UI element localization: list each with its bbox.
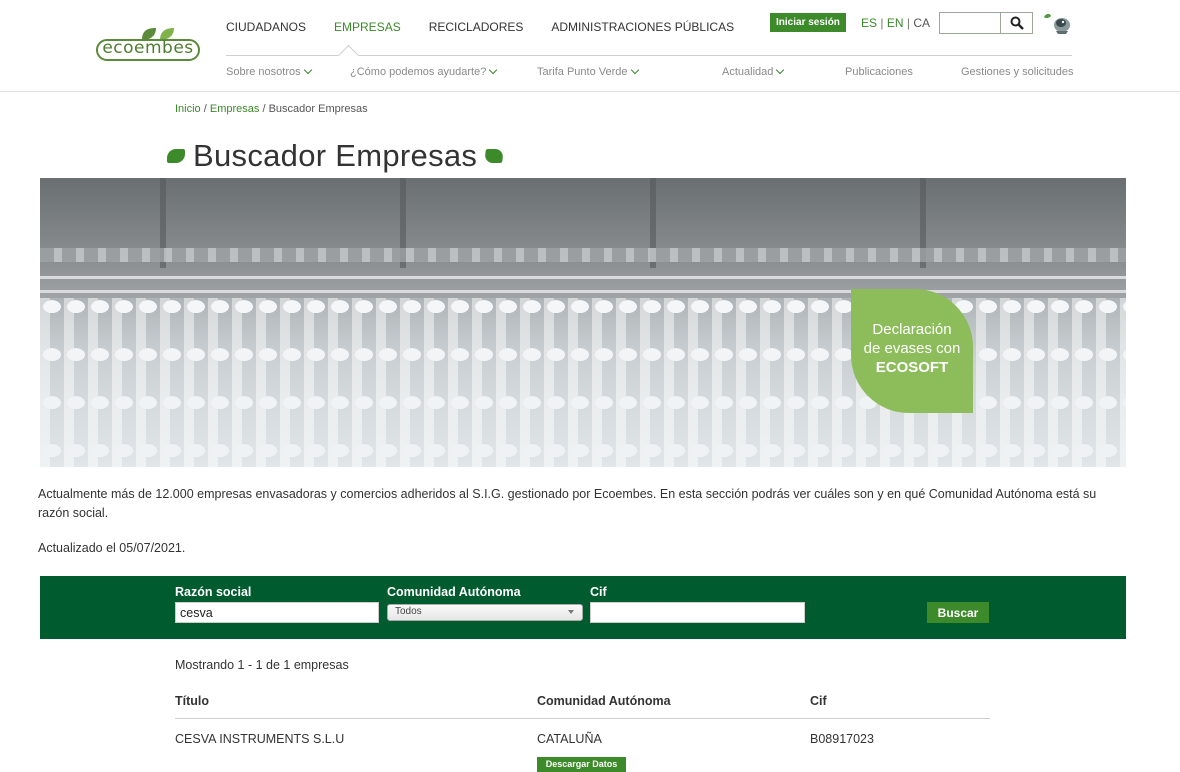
- cell-titulo: CESVA INSTRUMENTS S.L.U: [175, 732, 345, 746]
- breadcrumb-home[interactable]: Inicio: [175, 103, 201, 115]
- nav-recicladores[interactable]: RECICLADORES: [429, 20, 524, 40]
- leaf-right-icon: [484, 149, 505, 163]
- ecosoft-badge[interactable]: Declaración de evases con ECOSOFT: [851, 289, 973, 413]
- comunidad-label: Comunidad Autónoma: [387, 585, 521, 599]
- buscar-button[interactable]: Buscar: [927, 602, 989, 623]
- nav-administraciones-publicas[interactable]: ADMINISTRACIONES PÚBLICAS: [551, 20, 734, 40]
- site-search-button[interactable]: [1001, 12, 1033, 34]
- razon-social-label: Razón social: [175, 585, 252, 599]
- breadcrumb: Inicio / Empresas / Buscador Empresas: [175, 103, 368, 115]
- subnav-gestiones-solicitudes[interactable]: Gestiones y solicitudes: [961, 66, 1074, 78]
- page-title-text: Buscador Empresas: [193, 138, 478, 173]
- page-title: Buscador Empresas: [167, 136, 505, 176]
- dropdown-arrow-icon: [568, 610, 574, 614]
- lang-es[interactable]: ES: [861, 16, 877, 30]
- column-header-comunidad: Comunidad Autónoma: [537, 694, 671, 708]
- logo-text: ecoembes: [102, 38, 194, 58]
- breadcrumb-current: Buscador Empresas: [268, 103, 368, 115]
- chevron-down-icon: [489, 65, 498, 75]
- recycling-mascot-icon[interactable]: [1042, 11, 1074, 35]
- main-nav: CIUDADANOS EMPRESAS RECICLADORES ADMINIS…: [226, 20, 762, 40]
- results-summary: Mostrando 1 - 1 de 1 empresas: [175, 658, 349, 672]
- chevron-down-icon: [630, 65, 639, 75]
- active-nav-caret: [338, 44, 360, 56]
- cif-label: Cif: [590, 585, 607, 599]
- cell-comunidad: CATALUÑA: [537, 732, 602, 746]
- updated-date: Actualizado el 05/07/2021.: [38, 541, 186, 555]
- hero-banner: Declaración de evases con ECOSOFT: [40, 178, 1126, 467]
- ecoembes-logo[interactable]: ecoembes: [96, 26, 200, 62]
- breadcrumb-empresas[interactable]: Empresas: [210, 103, 260, 115]
- subnav-tarifa-punto-verde[interactable]: Tarifa Punto Verde: [537, 65, 639, 78]
- subnav-sobre-nosotros[interactable]: Sobre nosotros: [226, 65, 312, 78]
- chevron-down-icon: [303, 65, 312, 75]
- leaf-left-icon: [167, 149, 185, 163]
- site-header: ecoembes CIUDADANOS EMPRESAS RECICLADORE…: [0, 0, 1180, 92]
- nav-ciudadanos[interactable]: CIUDADANOS: [226, 20, 306, 40]
- column-header-titulo: Título: [175, 694, 210, 708]
- login-button[interactable]: Iniciar sesión: [770, 13, 846, 32]
- company-search-form: Razón social Comunidad Autónoma Todos Ci…: [40, 576, 1126, 639]
- descargar-datos-button[interactable]: Descargar Datos: [537, 757, 626, 772]
- intro-text: Actualmente más de 12.000 empresas envas…: [38, 487, 1097, 520]
- search-icon: [1010, 16, 1024, 30]
- subnav-como-ayudarte[interactable]: ¿Cómo podemos ayudarte?: [350, 65, 498, 78]
- nav-empresas[interactable]: EMPRESAS: [334, 20, 401, 40]
- table-divider: [175, 718, 990, 719]
- site-search-input[interactable]: [939, 12, 1001, 34]
- cif-input[interactable]: [590, 602, 805, 623]
- lang-en[interactable]: EN: [887, 16, 904, 30]
- column-header-cif: Cif: [810, 694, 827, 708]
- subnav-publicaciones[interactable]: Publicaciones: [845, 66, 913, 78]
- comunidad-select[interactable]: Todos: [387, 604, 583, 621]
- subnav-actualidad[interactable]: Actualidad: [722, 65, 785, 78]
- cell-cif: B08917023: [810, 732, 874, 746]
- lang-ca[interactable]: CA: [913, 16, 930, 30]
- razon-social-input[interactable]: [175, 602, 379, 623]
- language-switcher: ES | EN | CA: [861, 16, 930, 30]
- chevron-down-icon: [776, 65, 785, 75]
